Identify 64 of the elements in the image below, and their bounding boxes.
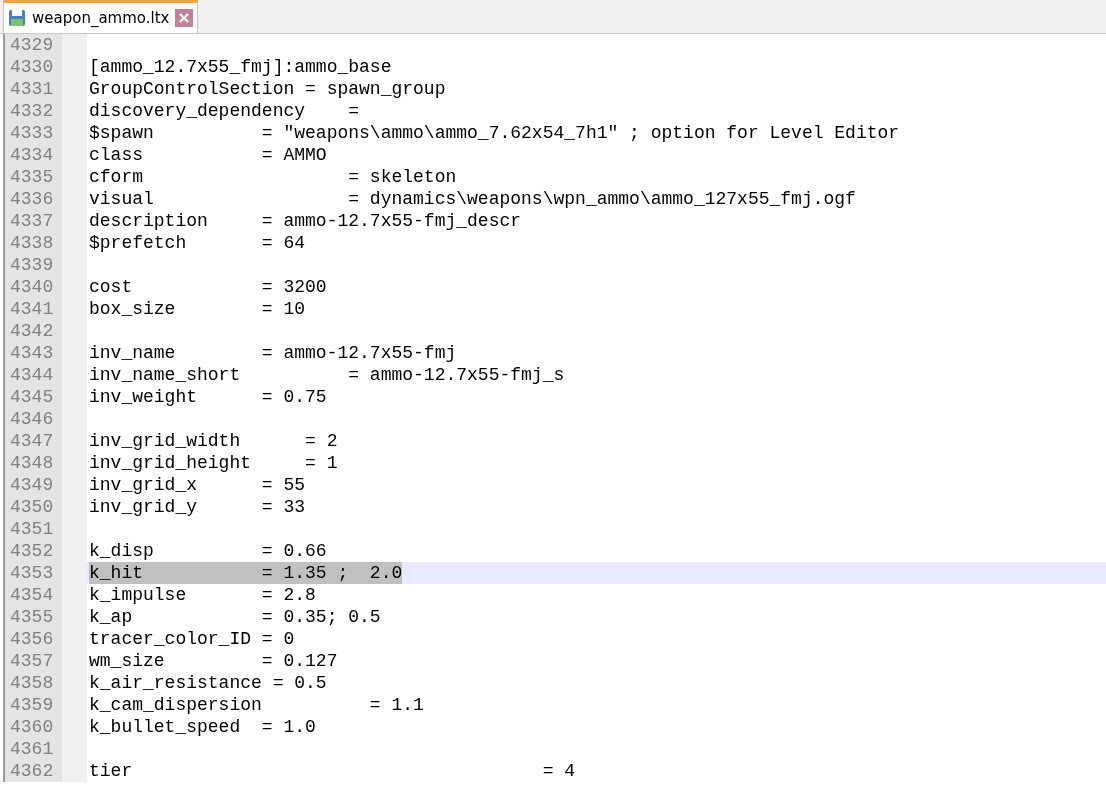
line-number: 4349 [9,474,55,496]
code-line: k_disp = 0.66 [88,540,328,562]
code-line: tier = 4 [88,760,577,782]
code-line: inv_grid_height = 1 [88,452,339,474]
line-number: 4333 [9,122,55,144]
line-number: 4347 [9,430,55,452]
line-number: 4336 [9,188,55,210]
code-line: tracer_color_ID = 0 [88,628,296,650]
code-line: inv_grid_width = 2 [88,430,339,452]
line-number: 4350 [9,496,55,518]
code-line: description = ammo-12.7x55-fmj_descr [88,210,523,232]
line-number: 4346 [9,408,55,430]
code-line: GroupControlSection = spawn_group [88,78,447,100]
line-number: 4339 [9,254,55,276]
code-line: $spawn = "weapons\ammo\ammo_7.62x54_7h1" ; option for Level Editor [88,122,901,144]
code-line: box_size = 10 [88,298,307,320]
line-number: 4337 [9,210,55,232]
code-line: discovery_dependency = [88,100,361,122]
line-number: 4335 [9,166,55,188]
selected-code-text: k_hit = 1.35 ; 2.0 [89,562,403,584]
code-line: k_cam_dispersion = 1.1 [88,694,425,716]
close-icon[interactable] [175,9,194,27]
line-number: 4334 [9,144,55,166]
file-tab[interactable]: weapon_ammo.ltx [3,0,199,33]
line-number: 4344 [9,364,55,386]
line-number: 4357 [9,650,55,672]
code-line: $prefetch = 64 [88,232,307,254]
code-line: wm_size = 0.127 [88,650,339,672]
line-number: 4329 [9,34,55,56]
code-line: inv_name = ammo-12.7x55-fmj [88,342,458,364]
code-line: visual = dynamics\weapons\wpn_ammo\ammo_127x55_fmj.ogf [88,188,857,210]
line-number: 4342 [9,320,55,342]
code-line: k_ap = 0.35; 0.5 [88,606,382,628]
line-number: 4345 [9,386,55,408]
line-number: 4352 [9,540,55,562]
line-number: 4358 [9,672,55,694]
code-line: inv_name_short = ammo-12.7x55-fmj_s [88,364,566,386]
code-line: k_impulse = 2.8 [88,584,317,606]
code-line: k_bullet_speed = 1.0 [88,716,317,738]
line-number: 4360 [9,716,55,738]
code-line: inv_grid_y = 33 [88,496,307,518]
code-line: cost = 3200 [88,276,328,298]
line-number: 4340 [9,276,55,298]
code-line: cform = skeleton [88,166,458,188]
line-number: 4362 [9,760,55,782]
code-line: class = AMMO [88,144,328,166]
line-number: 4356 [9,628,55,650]
line-number: 4348 [9,452,55,474]
line-number: 4330 [9,56,55,78]
code-line: inv_weight = 0.75 [88,386,328,408]
line-number: 4359 [9,694,55,716]
line-number: 4353 [9,562,55,584]
code-line: inv_grid_x = 55 [88,474,307,496]
code-line: [ammo_12.7x55_fmj]:ammo_base [88,56,393,78]
line-number: 4351 [9,518,55,540]
line-number: 4355 [9,606,55,628]
line-number: 4341 [9,298,55,320]
line-number: 4338 [9,232,55,254]
line-number: 4343 [9,342,55,364]
code-line: k_air_resistance = 0.5 [88,672,328,694]
line-number: 4354 [9,584,55,606]
line-number: 4332 [9,100,55,122]
line-number: 4361 [9,738,55,760]
line-number: 4331 [9,78,55,100]
